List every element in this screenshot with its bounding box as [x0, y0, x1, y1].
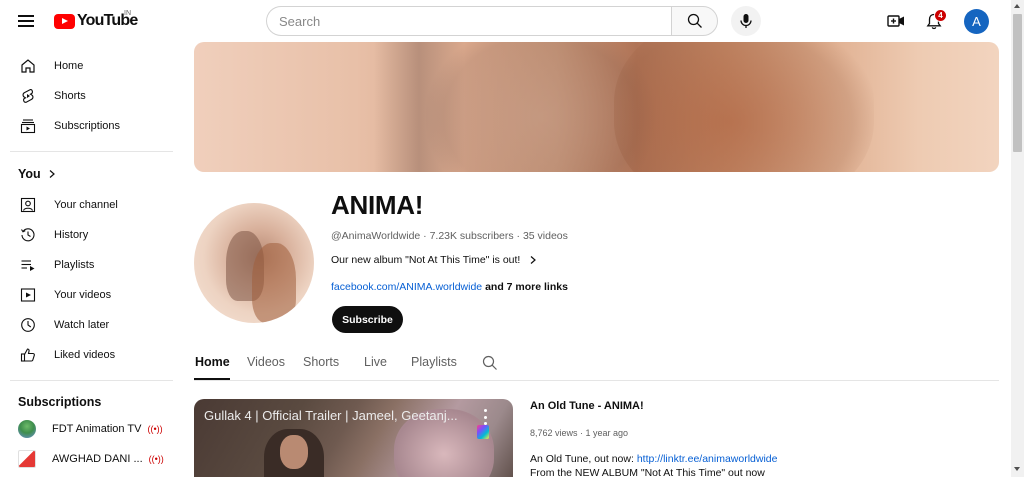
more-links-button[interactable]: and 7 more links: [485, 281, 568, 293]
channel-banner: [194, 42, 999, 172]
linktree-link[interactable]: http://linktr.ee/animaworldwide: [637, 453, 778, 465]
channel-avatar: [18, 420, 36, 438]
sidebar-item-label: FDT Animation TV: [52, 423, 142, 435]
facebook-link[interactable]: facebook.com/ANIMA.worldwide: [331, 281, 482, 293]
chevron-right-icon: [530, 256, 537, 264]
sidebar-item-label: Home: [54, 60, 84, 72]
sidebar-item-shorts[interactable]: Shorts: [8, 81, 176, 111]
sidebar-divider: [10, 151, 173, 152]
more-options-icon[interactable]: [481, 409, 489, 425]
create-button[interactable]: [884, 9, 908, 33]
tab-live[interactable]: Live: [364, 355, 387, 369]
top-bar: YouTube IN 4 A: [0, 0, 1024, 42]
featured-video-description-line2: From the NEW ALBUM "Not At This Time" ou…: [530, 467, 765, 477]
subscribe-button[interactable]: Subscribe: [332, 306, 403, 333]
your-videos-icon: [18, 285, 38, 305]
sidebar-subscription-awghad-dani[interactable]: AWGHAD DANI ... ((•)): [8, 444, 176, 474]
live-indicator-icon: ((•)): [147, 424, 163, 434]
channel-description[interactable]: Our new album "Not At This Time" is out!: [331, 254, 538, 266]
sidebar-item-liked-videos[interactable]: Liked videos: [8, 340, 176, 370]
sidebar-subscription-fdt-animation-tv[interactable]: FDT Animation TV ((•)): [8, 414, 176, 444]
channel-avatar: [18, 450, 36, 468]
search-input[interactable]: [266, 6, 671, 36]
shorts-icon: [18, 86, 38, 106]
sidebar-item-label: History: [54, 229, 89, 241]
featured-video-description: An Old Tune, out now: http://linktr.ee/a…: [530, 453, 777, 465]
sidebar: Home Shorts Subscriptions You Your chann…: [0, 42, 185, 477]
sidebar-subscriptions-heading: Subscriptions: [18, 395, 101, 409]
subscriptions-icon: [18, 116, 38, 136]
live-indicator-icon: ((•)): [148, 454, 164, 464]
sidebar-item-label: Shorts: [54, 90, 86, 102]
chevron-right-icon: [49, 170, 55, 178]
tab-videos[interactable]: Videos: [247, 355, 285, 369]
home-icon: [18, 56, 38, 76]
channel-watermark-icon: [477, 425, 489, 439]
video-overlay-title[interactable]: Gullak 4 | Official Trailer | Jameel, Ge…: [204, 408, 462, 423]
subscriptions-heading-label: Subscriptions: [18, 395, 102, 409]
youtube-play-icon: [54, 13, 75, 29]
sidebar-item-label: Your channel: [54, 199, 118, 211]
sidebar-item-home[interactable]: Home: [8, 51, 176, 81]
thumbs-up-icon: [18, 345, 38, 365]
microphone-icon: [740, 14, 752, 28]
sidebar-item-label: Subscriptions: [54, 120, 121, 132]
featured-video-title[interactable]: An Old Tune - ANIMA!: [530, 400, 644, 412]
channel-description-text: Our new album "Not At This Time" is out!: [331, 254, 521, 266]
tab-playlists[interactable]: Playlists: [411, 355, 457, 369]
search-bar: [266, 6, 718, 36]
scroll-down-arrow-icon[interactable]: [1014, 467, 1020, 471]
search-icon: [687, 13, 702, 28]
sidebar-item-label: Playlists: [54, 259, 95, 271]
featured-video-player[interactable]: Gullak 4 | Official Trailer | Jameel, Ge…: [194, 399, 513, 477]
you-heading-label: You: [18, 167, 41, 181]
notification-count-badge: 4: [934, 9, 947, 22]
sidebar-you-heading[interactable]: You: [18, 167, 57, 181]
create-video-icon: [887, 15, 904, 27]
watch-later-icon: [18, 315, 38, 335]
playlists-icon: [18, 255, 38, 275]
region-code: IN: [124, 10, 131, 17]
history-icon: [18, 225, 38, 245]
sidebar-divider: [10, 380, 173, 381]
sidebar-item-your-channel[interactable]: Your channel: [8, 190, 176, 220]
sidebar-item-label: Your videos: [54, 289, 112, 301]
tab-shorts[interactable]: Shorts: [303, 355, 339, 369]
sidebar-item-label: Watch later: [54, 319, 110, 331]
featured-video-meta: 8,762 views · 1 year ago: [530, 428, 629, 438]
search-icon[interactable]: [482, 355, 498, 371]
sidebar-item-label: Liked videos: [54, 349, 116, 361]
scrollbar-thumb[interactable]: [1013, 14, 1022, 152]
channel-links: facebook.com/ANIMA.worldwide and 7 more …: [331, 281, 568, 293]
sidebar-item-playlists[interactable]: Playlists: [8, 250, 176, 280]
channel-name: ANIMA!: [331, 190, 424, 220]
sidebar-item-subscriptions[interactable]: Subscriptions: [8, 111, 176, 141]
sidebar-item-history[interactable]: History: [8, 220, 176, 250]
your-channel-icon: [18, 195, 38, 215]
description-prefix: An Old Tune, out now:: [530, 453, 637, 465]
channel-avatar-large[interactable]: [194, 203, 314, 323]
voice-search-button[interactable]: [731, 6, 761, 36]
active-tab-indicator: [194, 378, 230, 380]
channel-meta: @AnimaWorldwide · 7.23K subscribers · 35…: [331, 230, 568, 242]
tab-home[interactable]: Home: [195, 355, 230, 369]
channel-tabs: Home Videos Shorts Live Playlists: [194, 348, 999, 381]
sidebar-item-label: AWGHAD DANI ...: [52, 453, 143, 465]
sidebar-item-watch-later[interactable]: Watch later: [8, 310, 176, 340]
sidebar-item-your-videos[interactable]: Your videos: [8, 280, 176, 310]
scroll-up-arrow-icon[interactable]: [1014, 4, 1020, 8]
menu-icon[interactable]: [14, 9, 38, 33]
search-button[interactable]: [671, 6, 718, 36]
account-avatar[interactable]: A: [964, 9, 989, 34]
